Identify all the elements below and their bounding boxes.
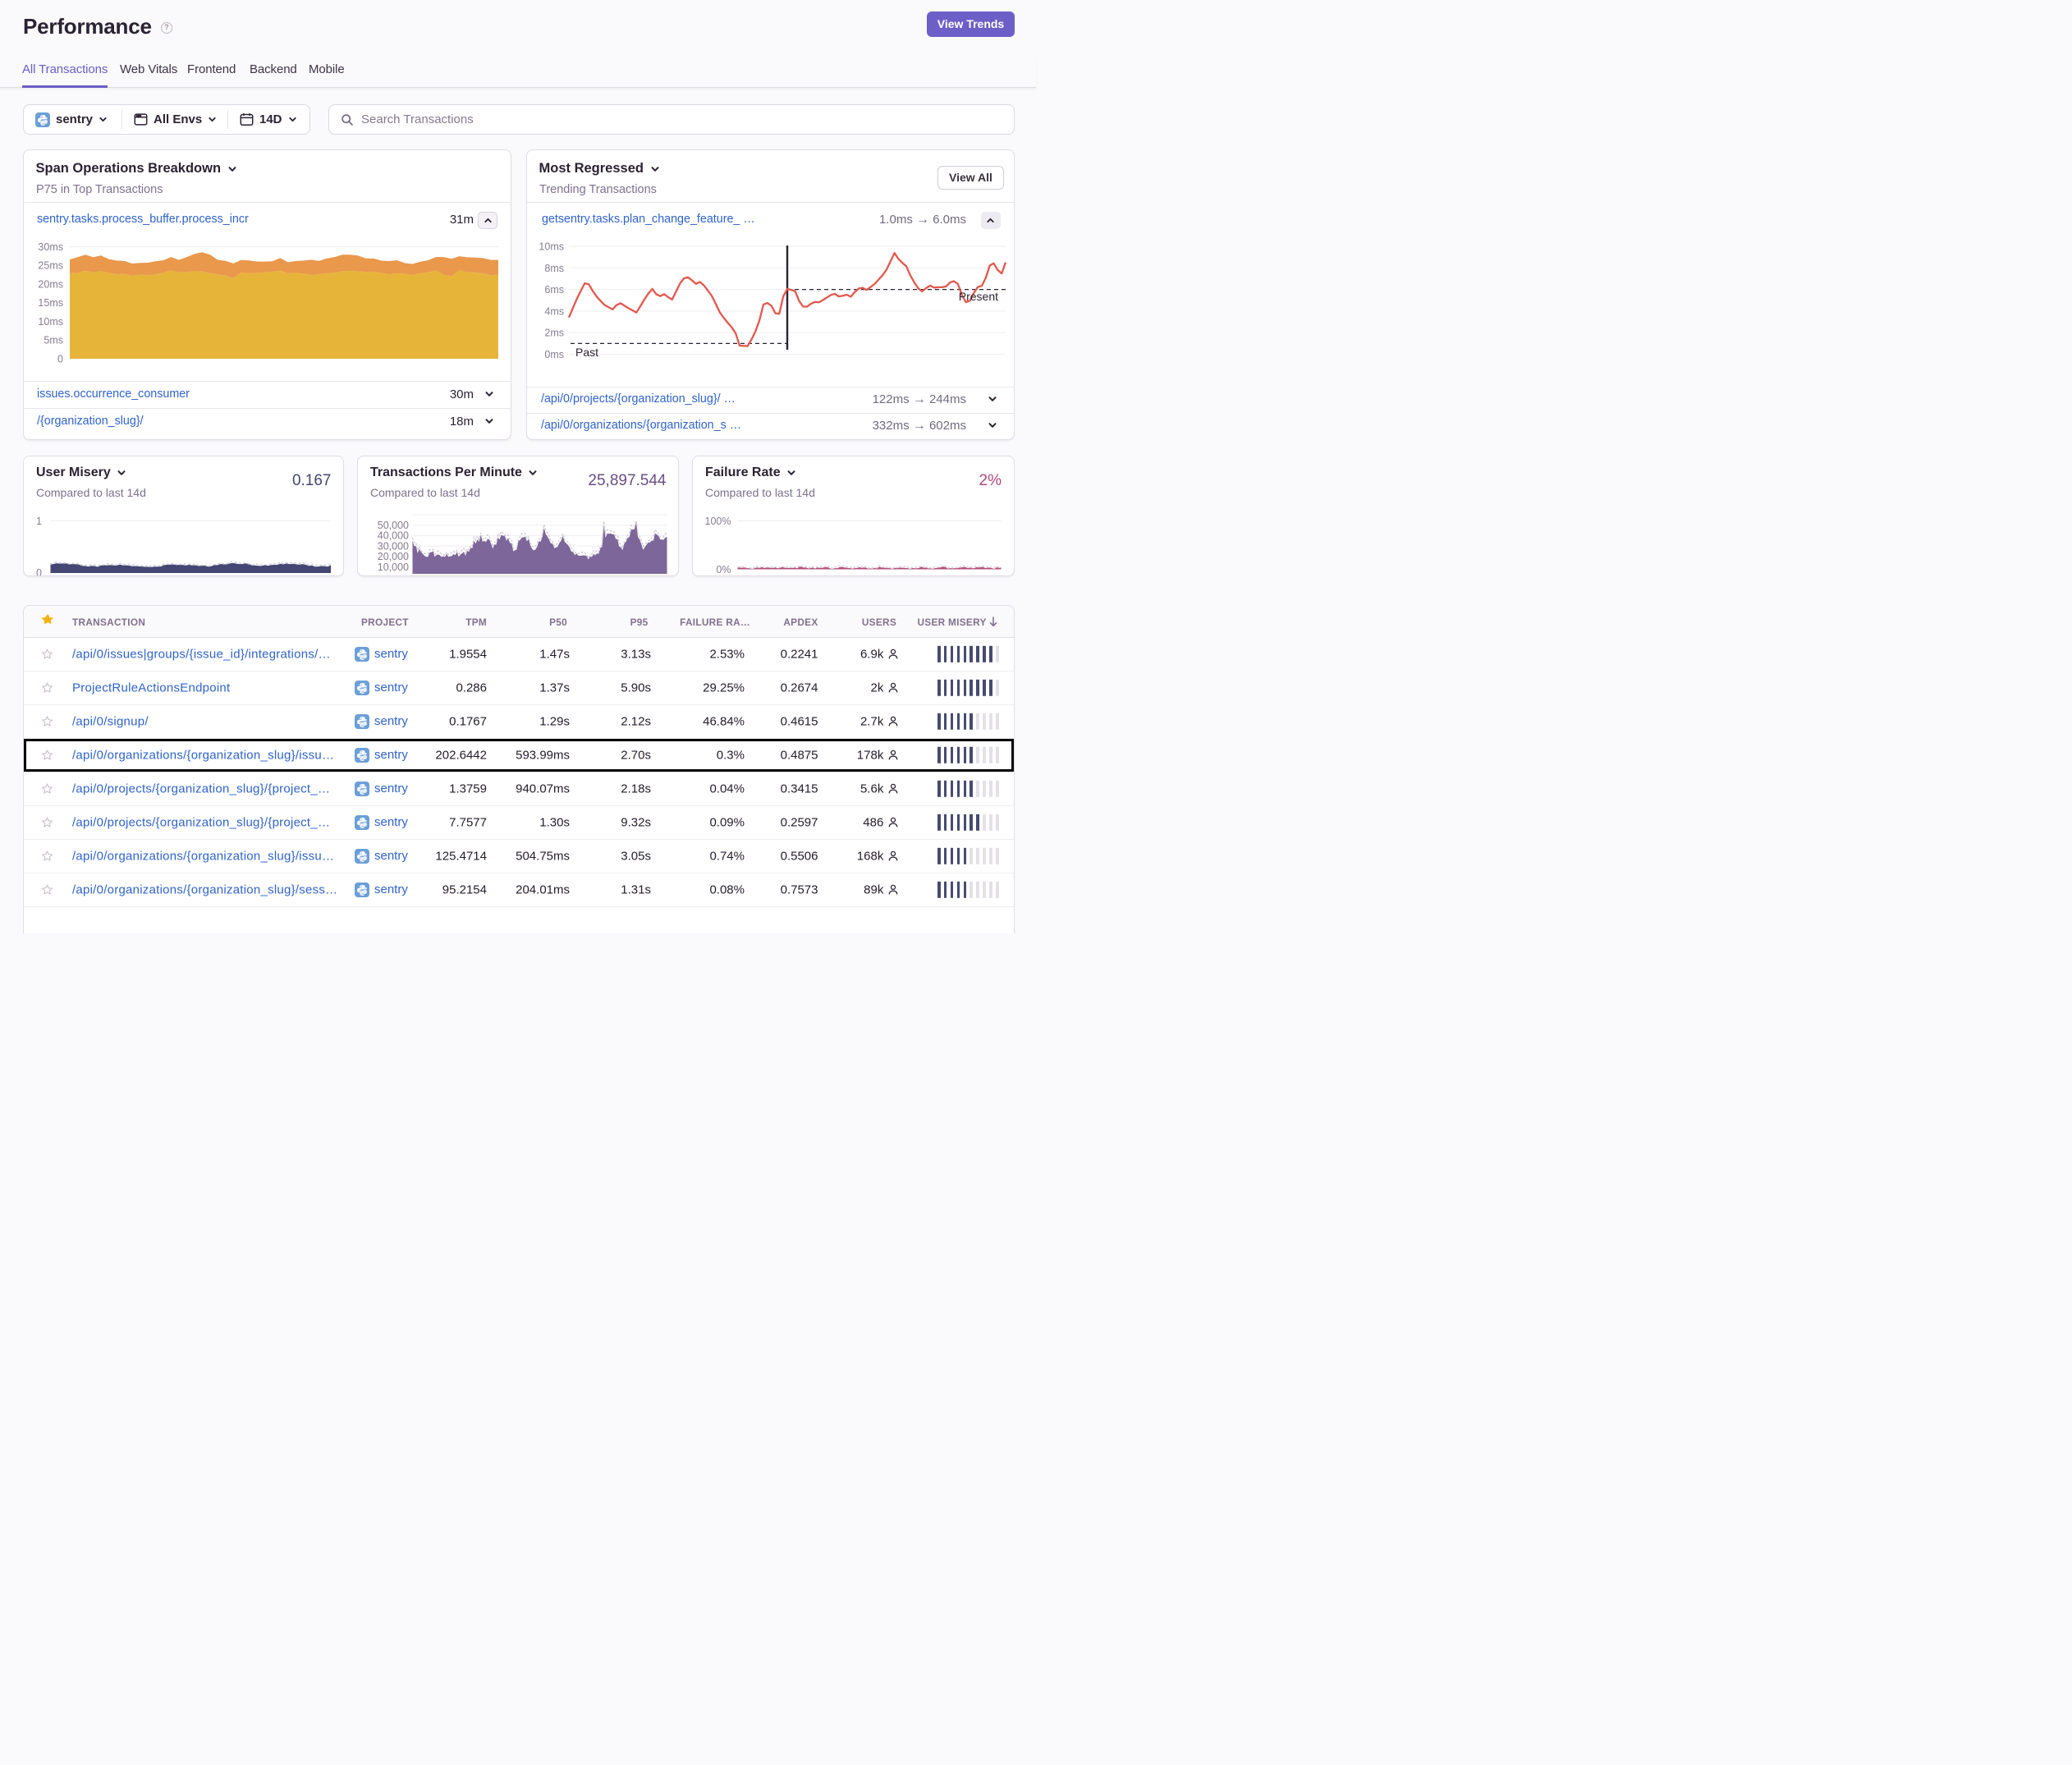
svg-text:0: 0 bbox=[36, 567, 42, 575]
svg-text:10,000: 10,000 bbox=[378, 562, 409, 573]
svg-text:0%: 0% bbox=[716, 564, 731, 575]
svg-text:10ms: 10ms bbox=[539, 241, 564, 253]
svg-text:20ms: 20ms bbox=[38, 279, 63, 291]
svg-text:100%: 100% bbox=[705, 516, 731, 527]
svg-text:4ms: 4ms bbox=[544, 305, 564, 317]
svg-text:0: 0 bbox=[57, 354, 63, 365]
svg-text:6ms: 6ms bbox=[544, 284, 564, 296]
svg-text:30ms: 30ms bbox=[38, 241, 63, 253]
svg-text:25ms: 25ms bbox=[38, 260, 63, 272]
svg-text:15ms: 15ms bbox=[38, 297, 63, 309]
svg-text:Past: Past bbox=[575, 346, 598, 359]
svg-text:Present: Present bbox=[959, 290, 998, 303]
svg-text:5ms: 5ms bbox=[44, 335, 63, 346]
svg-text:8ms: 8ms bbox=[544, 263, 564, 274]
svg-text:0ms: 0ms bbox=[544, 349, 564, 360]
svg-text:1: 1 bbox=[36, 516, 42, 527]
svg-text:2ms: 2ms bbox=[544, 328, 564, 339]
svg-text:10ms: 10ms bbox=[38, 316, 63, 328]
